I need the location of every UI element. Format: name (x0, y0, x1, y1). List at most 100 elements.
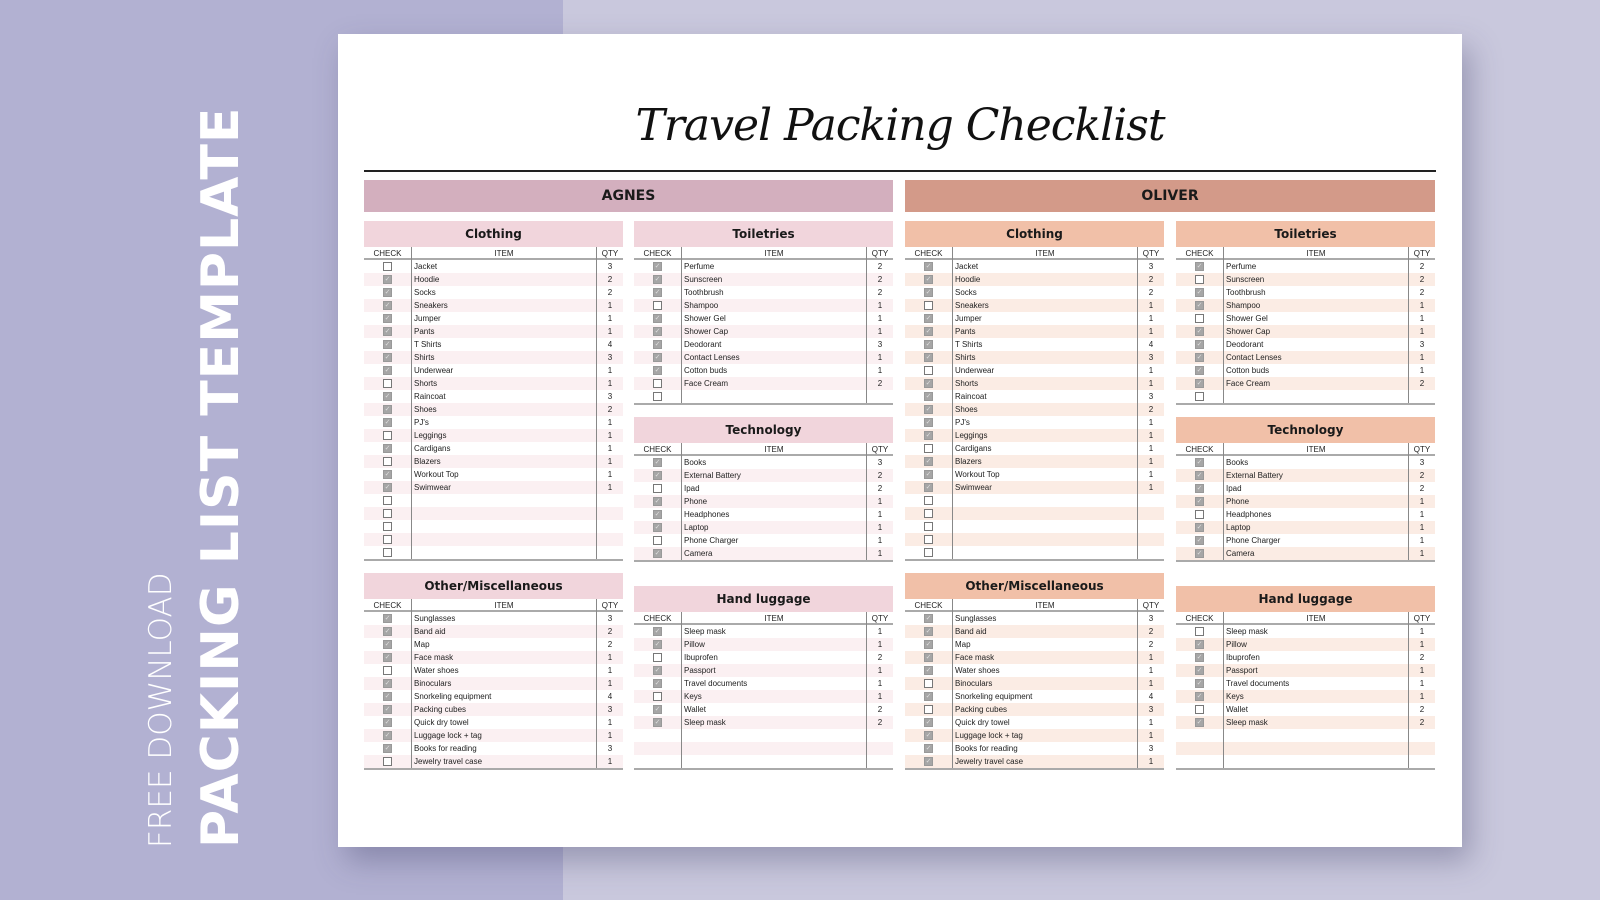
checkbox[interactable]: ✓ (1195, 301, 1204, 310)
item-name[interactable]: Camera (681, 547, 867, 560)
item-qty[interactable]: 2 (867, 377, 893, 390)
checkbox[interactable] (653, 692, 662, 701)
item-name[interactable]: Swimwear (411, 481, 597, 494)
item-name[interactable]: Jewelry travel case (411, 755, 597, 768)
checkbox[interactable] (383, 457, 392, 466)
checkbox[interactable]: ✓ (383, 275, 392, 284)
checkbox[interactable] (653, 536, 662, 545)
item-qty[interactable]: 1 (1409, 638, 1435, 651)
item-name[interactable]: Band aid (411, 625, 597, 638)
checkbox[interactable]: ✓ (924, 627, 933, 636)
item-qty[interactable]: 1 (1138, 481, 1164, 494)
checkbox[interactable]: ✓ (1195, 327, 1204, 336)
checkbox[interactable]: ✓ (653, 510, 662, 519)
item-qty[interactable]: 3 (597, 703, 623, 716)
checkbox[interactable]: ✓ (924, 431, 933, 440)
checkbox[interactable] (1195, 705, 1204, 714)
item-name[interactable]: Shampoo (681, 299, 867, 312)
item-name[interactable]: Luggage lock + tag (952, 729, 1138, 742)
item-qty[interactable] (597, 507, 623, 520)
item-qty[interactable]: 1 (597, 755, 623, 768)
checkbox[interactable] (653, 484, 662, 493)
checkbox[interactable] (924, 522, 933, 531)
item-qty[interactable]: 1 (597, 729, 623, 742)
item-name[interactable] (681, 729, 867, 742)
checkbox[interactable] (653, 379, 662, 388)
item-qty[interactable]: 2 (1409, 482, 1435, 495)
item-name[interactable] (681, 755, 867, 768)
item-name[interactable]: Sleep mask (1223, 716, 1409, 729)
item-name[interactable]: Blazers (411, 455, 597, 468)
checkbox[interactable] (1195, 627, 1204, 636)
item-qty[interactable]: 3 (597, 390, 623, 403)
checkbox[interactable] (924, 509, 933, 518)
item-name[interactable] (681, 390, 867, 403)
item-qty[interactable] (867, 390, 893, 403)
item-name[interactable]: Leggings (952, 429, 1138, 442)
checkbox[interactable]: ✓ (383, 353, 392, 362)
item-qty[interactable]: 1 (597, 481, 623, 494)
item-name[interactable]: Shower Cap (1223, 325, 1409, 338)
checkbox[interactable] (924, 679, 933, 688)
item-qty[interactable]: 1 (1138, 468, 1164, 481)
item-qty[interactable] (1409, 755, 1435, 768)
item-qty[interactable] (867, 729, 893, 742)
item-qty[interactable]: 3 (1409, 456, 1435, 469)
item-name[interactable]: Hoodie (411, 273, 597, 286)
item-name[interactable]: Cotton buds (1223, 364, 1409, 377)
item-qty[interactable]: 1 (1138, 442, 1164, 455)
item-qty[interactable] (597, 533, 623, 546)
item-qty[interactable]: 2 (867, 286, 893, 299)
checkbox[interactable]: ✓ (383, 392, 392, 401)
item-qty[interactable]: 1 (597, 312, 623, 325)
checkbox[interactable]: ✓ (653, 458, 662, 467)
checkbox[interactable] (924, 301, 933, 310)
item-name[interactable]: Phone (1223, 495, 1409, 508)
item-qty[interactable]: 1 (1138, 664, 1164, 677)
item-name[interactable]: Passport (1223, 664, 1409, 677)
item-name[interactable] (411, 533, 597, 546)
item-qty[interactable]: 2 (867, 469, 893, 482)
item-name[interactable]: Laptop (1223, 521, 1409, 534)
item-name[interactable]: Hoodie (952, 273, 1138, 286)
item-name[interactable]: Sneakers (952, 299, 1138, 312)
item-name[interactable]: Wallet (681, 703, 867, 716)
item-name[interactable]: Face mask (952, 651, 1138, 664)
checkbox[interactable]: ✓ (1195, 379, 1204, 388)
item-qty[interactable]: 4 (1138, 338, 1164, 351)
item-name[interactable] (952, 494, 1138, 507)
item-qty[interactable]: 2 (1138, 625, 1164, 638)
item-qty[interactable]: 1 (1409, 677, 1435, 690)
item-name[interactable]: Headphones (681, 508, 867, 521)
item-qty[interactable]: 1 (1138, 455, 1164, 468)
checkbox[interactable]: ✓ (924, 340, 933, 349)
item-qty[interactable]: 2 (1409, 260, 1435, 273)
checkbox[interactable]: ✓ (653, 288, 662, 297)
item-name[interactable] (952, 533, 1138, 546)
checkbox[interactable]: ✓ (924, 314, 933, 323)
item-qty[interactable]: 1 (867, 677, 893, 690)
item-qty[interactable]: 1 (1409, 312, 1435, 325)
item-name[interactable]: Underwear (952, 364, 1138, 377)
item-qty[interactable]: 1 (867, 638, 893, 651)
checkbox[interactable]: ✓ (1195, 549, 1204, 558)
item-name[interactable]: Sneakers (411, 299, 597, 312)
item-name[interactable]: Headphones (1223, 508, 1409, 521)
item-qty[interactable]: 1 (1409, 508, 1435, 521)
item-qty[interactable]: 1 (867, 351, 893, 364)
checkbox[interactable] (383, 509, 392, 518)
item-qty[interactable]: 1 (597, 455, 623, 468)
item-name[interactable]: Travel documents (1223, 677, 1409, 690)
item-name[interactable]: Toothbrush (1223, 286, 1409, 299)
checkbox[interactable]: ✓ (1195, 523, 1204, 532)
item-name[interactable]: Ibuprofen (681, 651, 867, 664)
checkbox[interactable]: ✓ (924, 262, 933, 271)
checkbox[interactable]: ✓ (1195, 458, 1204, 467)
checkbox[interactable] (924, 535, 933, 544)
item-qty[interactable]: 1 (1409, 351, 1435, 364)
checkbox[interactable]: ✓ (1195, 340, 1204, 349)
item-name[interactable] (411, 494, 597, 507)
item-name[interactable]: Water shoes (411, 664, 597, 677)
checkbox[interactable]: ✓ (924, 653, 933, 662)
item-qty[interactable]: 1 (1138, 651, 1164, 664)
